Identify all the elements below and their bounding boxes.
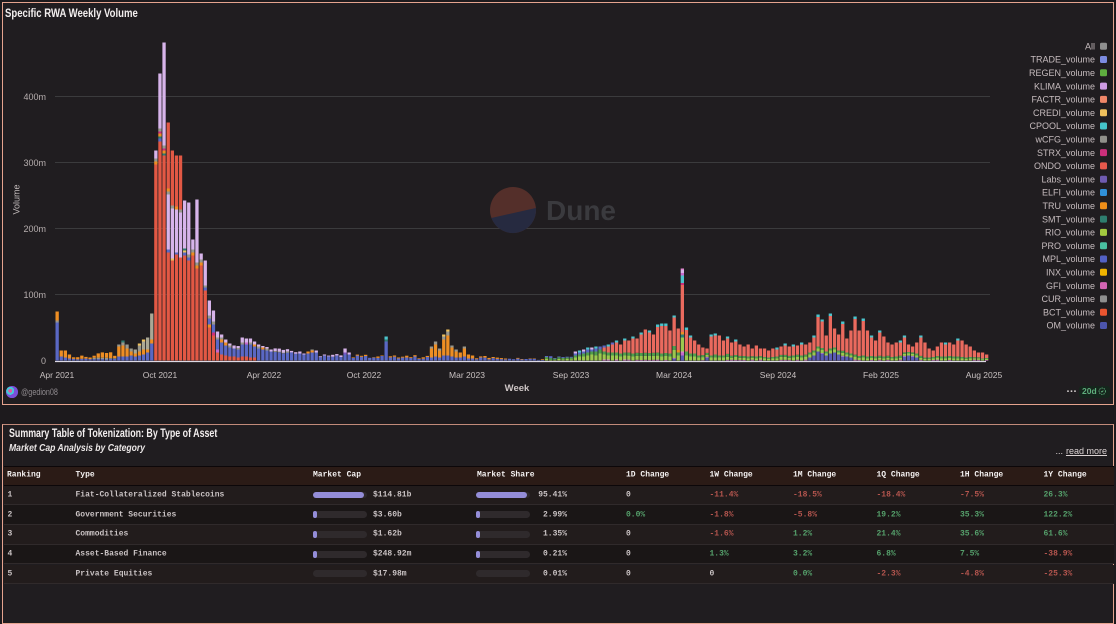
svg-text:CPOOL_volume: CPOOL_volume [1029, 121, 1095, 131]
svg-text:CUR_volume: CUR_volume [1041, 294, 1095, 304]
svg-text:Apr 2021: Apr 2021 [40, 370, 75, 380]
svg-text:Volume: Volume [12, 184, 22, 214]
svg-text:Sep 2023: Sep 2023 [553, 370, 590, 380]
svg-text:GFI_volume: GFI_volume [1046, 281, 1095, 291]
svg-text:BCT_volume: BCT_volume [1043, 307, 1095, 317]
svg-text:400m: 400m [23, 92, 46, 102]
svg-text:Mar 2024: Mar 2024 [656, 370, 692, 380]
svg-text:All: All [1085, 41, 1095, 51]
svg-text:STRX_volume: STRX_volume [1037, 148, 1095, 158]
svg-text:CREDI_volume: CREDI_volume [1033, 108, 1095, 118]
svg-text:TRU_volume: TRU_volume [1042, 201, 1095, 211]
svg-text:Labs_volume: Labs_volume [1041, 174, 1095, 184]
svg-text:ONDO_volume: ONDO_volume [1034, 161, 1095, 171]
svg-text:Oct 2021: Oct 2021 [143, 370, 178, 380]
svg-text:Feb 2025: Feb 2025 [863, 370, 899, 380]
svg-text:FACTR_volume: FACTR_volume [1031, 95, 1095, 105]
svg-text:wCFG_volume: wCFG_volume [1034, 135, 1095, 145]
svg-text:100m: 100m [23, 290, 46, 300]
svg-text:INX_volume: INX_volume [1046, 268, 1095, 278]
svg-text:Apr 2022: Apr 2022 [247, 370, 282, 380]
svg-text:ELFI_volume: ELFI_volume [1042, 188, 1095, 198]
svg-text:Oct 2022: Oct 2022 [347, 370, 382, 380]
svg-text:OM_volume: OM_volume [1046, 321, 1095, 331]
svg-text:RIO_volume: RIO_volume [1045, 228, 1095, 238]
svg-text:SMT_volume: SMT_volume [1042, 214, 1095, 224]
svg-text:200m: 200m [23, 224, 46, 234]
svg-text:Aug 2025: Aug 2025 [966, 370, 1003, 380]
svg-text:300m: 300m [23, 158, 46, 168]
svg-text:REGEN_volume: REGEN_volume [1029, 68, 1095, 78]
svg-text:0: 0 [41, 356, 46, 366]
svg-text:KLIMA_volume: KLIMA_volume [1034, 81, 1095, 91]
svg-text:Mar 2023: Mar 2023 [449, 370, 485, 380]
svg-text:PRO_volume: PRO_volume [1041, 241, 1095, 251]
svg-text:MPL_volume: MPL_volume [1042, 254, 1095, 264]
svg-text:Dune: Dune [546, 195, 616, 226]
svg-text:TRADE_volume: TRADE_volume [1030, 55, 1095, 65]
svg-text:Sep 2024: Sep 2024 [760, 370, 797, 380]
